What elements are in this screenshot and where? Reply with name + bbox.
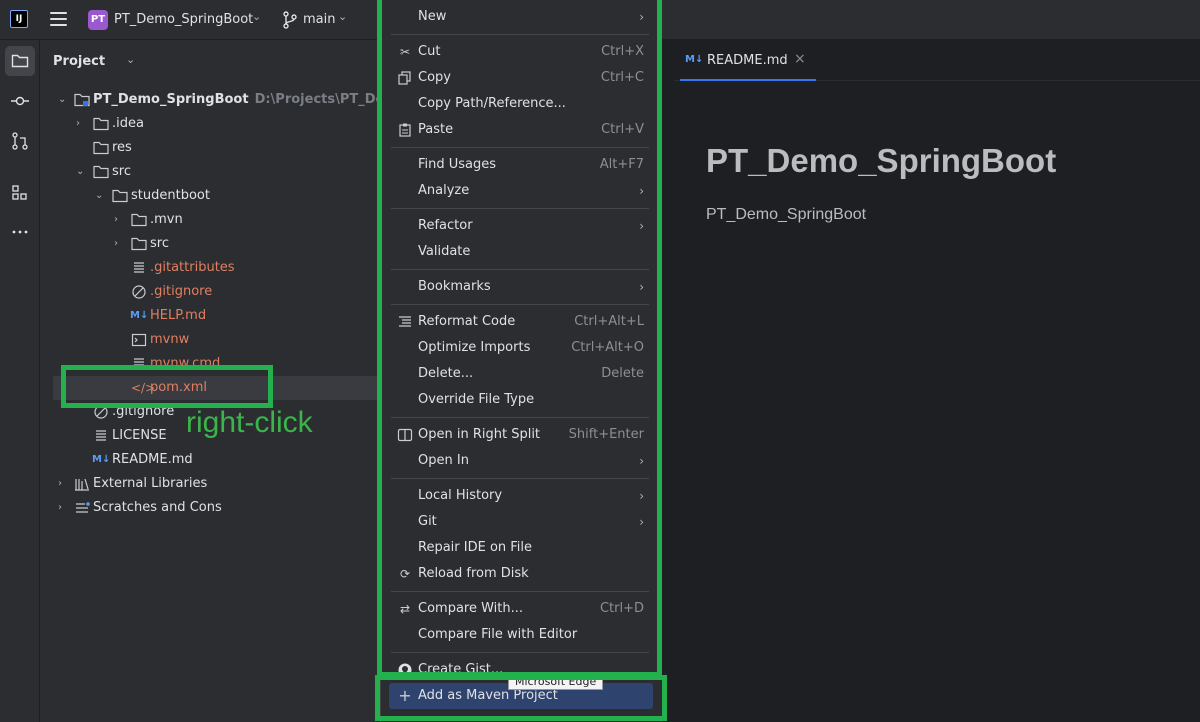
tree-item-label: PT_Demo_SpringBoot D:\Projects\PT_Demo_S <box>93 92 423 107</box>
markdown-paragraph: PT_Demo_SpringBoot <box>706 206 867 223</box>
folder-icon <box>93 141 109 155</box>
tree-item-label: .mvn <box>150 212 183 227</box>
more-icon <box>12 230 28 234</box>
pull-request-icon <box>12 132 28 150</box>
tree-item-gitattributes[interactable]: .gitattributes <box>40 256 380 280</box>
folder-icon <box>11 54 29 68</box>
tree-item-studentboot[interactable]: ⌄ studentboot <box>40 184 380 208</box>
chevron-right-icon[interactable]: › <box>114 208 118 232</box>
text-file-icon <box>96 430 106 441</box>
editor-area: M↓ README.md × PT_Demo_SpringBoot PT_Dem… <box>674 40 1200 722</box>
pull-requests-tool-button[interactable] <box>5 126 35 156</box>
markdown-icon: M↓ <box>130 310 149 321</box>
tree-item-gitignore[interactable]: .gitignore <box>40 280 380 304</box>
scratches-icon <box>76 502 90 513</box>
tree-item-label: .gitignore <box>150 284 213 299</box>
project-panel-title[interactable]: Project <box>53 54 105 69</box>
module-folder-icon <box>74 93 90 107</box>
markdown-heading: PT_Demo_SpringBoot <box>706 142 1057 179</box>
structure-tool-button[interactable] <box>5 178 35 208</box>
folder-icon <box>131 237 147 251</box>
library-icon <box>75 478 89 491</box>
project-tool-button[interactable] <box>5 46 35 76</box>
chevron-down-icon[interactable]: ⌄ <box>95 184 103 208</box>
tree-item-label: .idea <box>112 116 144 131</box>
tree-item-label: src <box>112 164 131 179</box>
tab-label: README.md <box>707 53 788 68</box>
folder-icon <box>131 213 147 227</box>
close-icon[interactable]: × <box>794 51 806 67</box>
tree-item-src[interactable]: ⌄ src <box>40 160 380 184</box>
tree-item-label: res <box>112 140 132 155</box>
tree-item-label: .gitattributes <box>150 260 235 275</box>
intellij-logo-icon[interactable]: IJ <box>10 10 28 28</box>
tree-item-mvnw[interactable]: mvnw <box>40 328 380 352</box>
tree-item-label: README.md <box>112 452 193 467</box>
project-switcher[interactable]: PT_Demo_SpringBoot <box>114 12 253 27</box>
tree-item-mvn[interactable]: › .mvn <box>40 208 380 232</box>
annotation-right-click: right-click <box>186 406 313 439</box>
commit-icon <box>11 96 29 106</box>
tree-item-readme-md[interactable]: M↓ README.md <box>40 448 380 472</box>
chevron-right-icon[interactable]: › <box>58 496 62 520</box>
tree-item-label: mvnw <box>150 332 190 347</box>
tree-item-project-root[interactable]: ⌄ PT_Demo_SpringBoot D:\Projects\PT_Demo_… <box>40 88 423 112</box>
chevron-down-icon[interactable]: ⌄ <box>76 160 84 184</box>
more-tools-button[interactable] <box>5 216 35 246</box>
tree-item-help-md[interactable]: M↓ HELP.md <box>40 304 380 328</box>
tree-item-mvnw-cmd[interactable]: mvnw.cmd <box>40 352 380 366</box>
tree-item-label: External Libraries <box>93 476 208 491</box>
chevron-down-icon[interactable]: ⌄ <box>338 10 347 23</box>
tree-item-idea[interactable]: › .idea <box>40 112 380 136</box>
git-branch-icon[interactable] <box>282 11 298 29</box>
markdown-icon: M↓ <box>92 454 111 465</box>
chevron-down-icon[interactable]: ⌄ <box>58 88 66 112</box>
tree-item-label: src <box>150 236 169 251</box>
highlight-box-add-maven <box>375 675 667 721</box>
folder-icon <box>93 165 109 179</box>
main-menu-icon[interactable] <box>50 12 67 28</box>
tree-item-label: Scratches and Cons <box>93 500 222 515</box>
chevron-down-icon[interactable]: ⌄ <box>252 10 261 23</box>
structure-icon <box>12 185 27 200</box>
tree-item-label: LICENSE <box>112 428 167 443</box>
tree-item-label: studentboot <box>131 188 210 203</box>
ignore-file-icon <box>132 285 146 299</box>
tree-item-external-libraries[interactable]: › External Libraries <box>40 472 380 496</box>
text-file-icon <box>134 262 144 273</box>
chevron-down-icon[interactable]: ⌄ <box>126 53 135 66</box>
markdown-icon: M↓ <box>685 54 704 65</box>
tree-item-scratches[interactable]: › Scratches and Cons <box>40 496 380 520</box>
chevron-right-icon[interactable]: › <box>76 112 80 136</box>
tree-item-label: HELP.md <box>150 308 207 323</box>
highlight-box-pom <box>61 365 273 408</box>
editor-tab-bar: M↓ README.md × <box>674 40 1200 81</box>
chevron-right-icon[interactable]: › <box>58 472 62 496</box>
folder-icon <box>93 117 109 131</box>
tab-readme[interactable]: M↓ README.md × <box>680 40 816 81</box>
tree-item-label: mvnw.cmd <box>150 356 221 366</box>
tree-item-res[interactable]: res <box>40 136 380 160</box>
terminal-file-icon <box>131 333 147 347</box>
folder-icon <box>112 189 128 203</box>
chevron-right-icon[interactable]: › <box>114 232 118 256</box>
commit-tool-button[interactable] <box>5 86 35 116</box>
tool-window-strip <box>0 40 40 722</box>
tree-item-src-inner[interactable]: › src <box>40 232 380 256</box>
highlight-box-context-menu <box>377 0 662 677</box>
branch-switcher[interactable]: main <box>303 12 335 27</box>
project-badge[interactable]: PT <box>88 10 108 30</box>
